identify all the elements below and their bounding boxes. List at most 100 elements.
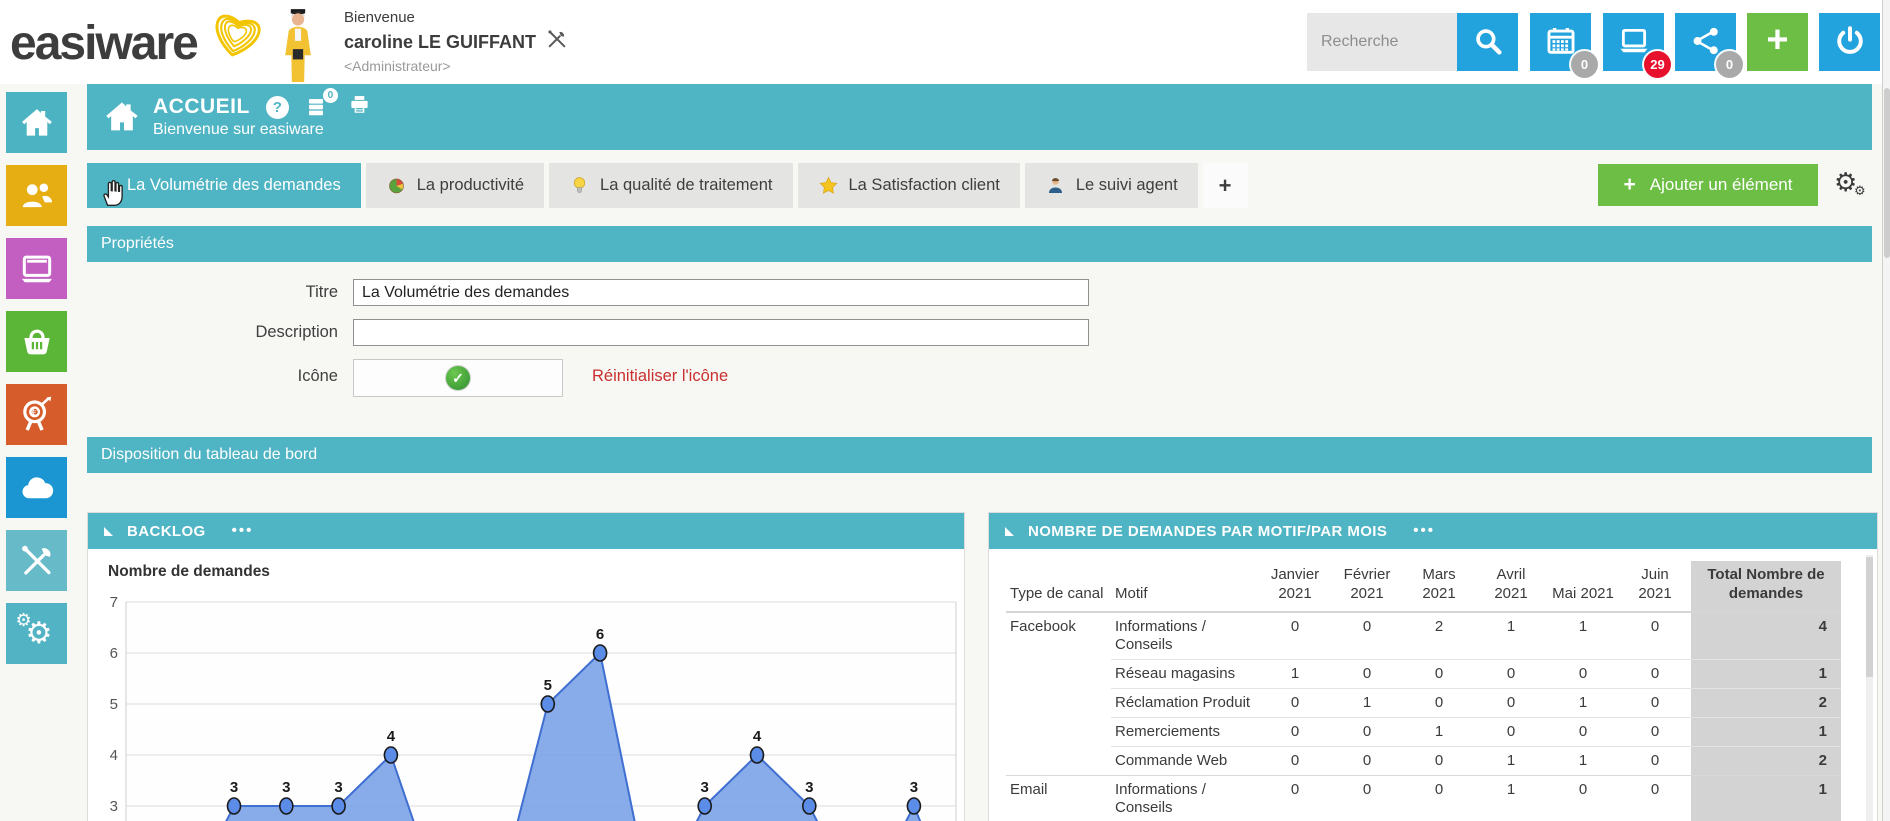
- cell-month-value: 1: [1331, 689, 1403, 718]
- data-point-label: 4: [387, 728, 396, 745]
- sidebar-item-screen[interactable]: [6, 238, 67, 299]
- table-scrollbar[interactable]: [1866, 555, 1873, 821]
- cell-motif: Remerciements: [1111, 718, 1259, 747]
- sidebar-item-home[interactable]: [6, 92, 67, 153]
- cell-month-value: 2: [1403, 612, 1475, 660]
- data-point[interactable]: [594, 645, 607, 661]
- svg-text:7: 7: [110, 594, 118, 611]
- backlog-widget: BACKLOG ••• Nombre de demandes 765433334…: [87, 512, 965, 821]
- search-button[interactable]: [1457, 13, 1518, 71]
- cell-canal: [1006, 660, 1111, 689]
- backlog-area-chart: 765433334563433: [88, 549, 965, 821]
- icone-picker[interactable]: ✓: [353, 359, 563, 397]
- motif-table-title: NOMBRE DE DEMANDES PAR MOTIF/PAR MOIS: [1028, 523, 1387, 540]
- table-row: Réclamation Produit0100102: [1006, 689, 1841, 718]
- help-icon[interactable]: ?: [266, 96, 289, 119]
- titre-label: Titre: [150, 283, 338, 302]
- svg-text:5: 5: [110, 696, 118, 713]
- sidebar-item-basket[interactable]: [6, 311, 67, 372]
- description-label: Description: [150, 323, 338, 342]
- print-icon[interactable]: [347, 93, 372, 121]
- welcome-block: Bienvenue caroline LE GUIFFANT <Administ…: [344, 8, 568, 75]
- svg-text:6: 6: [110, 645, 118, 662]
- data-point[interactable]: [907, 798, 920, 814]
- motif-widget-header: NOMBRE DE DEMANDES PAR MOTIF/PAR MOIS ••…: [989, 513, 1877, 549]
- tab-la-qualit-de-traitement[interactable]: La qualité de traitement: [549, 163, 792, 208]
- power-icon: [1833, 24, 1867, 61]
- search-input[interactable]: [1307, 13, 1457, 71]
- cell-month-value: 0: [1403, 747, 1475, 776]
- tab-add-new[interactable]: +: [1203, 163, 1248, 208]
- data-point[interactable]: [751, 747, 764, 763]
- collapse-triangle-icon[interactable]: [1005, 527, 1014, 536]
- sidebar-item-users[interactable]: [6, 165, 67, 226]
- cell-motif: Commande Web: [1111, 747, 1259, 776]
- page-scrollbar[interactable]: [1882, 0, 1890, 821]
- tab-settings-gear-icon[interactable]: ⚙⚙: [1834, 168, 1870, 204]
- plus-icon: +: [1766, 21, 1788, 59]
- widget-menu-icon[interactable]: •••: [1413, 526, 1435, 536]
- cell-month-value: 0: [1619, 718, 1691, 747]
- cell-month-value: 0: [1475, 718, 1547, 747]
- cell-month-value: 1: [1475, 612, 1547, 660]
- cell-month-value: 0: [1619, 747, 1691, 776]
- sidebar-item-cloud[interactable]: [6, 457, 67, 518]
- calendar-button[interactable]: 0: [1530, 13, 1591, 71]
- column-header: Mars 2021: [1403, 561, 1475, 612]
- dashboard-tabs: La Volumétrie des demandesLa productivit…: [87, 163, 1248, 208]
- sidebar-item-tools[interactable]: [6, 530, 67, 591]
- data-point[interactable]: [228, 798, 241, 814]
- sidebar-nav: € ⚙⚙: [6, 92, 67, 676]
- data-point[interactable]: [332, 798, 345, 814]
- collapse-triangle-icon[interactable]: [104, 527, 113, 536]
- data-point[interactable]: [698, 798, 711, 814]
- properties-section-title: Propriétés: [101, 235, 174, 252]
- cell-month-value: 0: [1331, 718, 1403, 747]
- cell-motif: Informations / Conseils: [1111, 612, 1259, 660]
- star-icon: [818, 175, 839, 196]
- add-button[interactable]: +: [1747, 13, 1808, 71]
- data-point[interactable]: [280, 798, 293, 814]
- add-element-button[interactable]: + Ajouter un élément: [1598, 164, 1818, 206]
- sidebar-item-gears[interactable]: ⚙⚙: [6, 603, 67, 664]
- tab-label: La qualité de traitement: [600, 176, 772, 195]
- top-header: easiware Bienvenue caroline LE GUIFFANT: [0, 0, 1890, 84]
- share-button[interactable]: 0: [1675, 13, 1736, 71]
- share-icon: [1689, 24, 1723, 61]
- cell-month-value: 0: [1547, 776, 1619, 821]
- widget-menu-icon[interactable]: •••: [232, 526, 254, 536]
- cell-month-value: 0: [1331, 776, 1403, 821]
- backlog-widget-header: BACKLOG •••: [88, 513, 964, 549]
- data-point[interactable]: [541, 696, 554, 712]
- data-point[interactable]: [384, 747, 397, 763]
- column-header: Avril 2021: [1475, 561, 1547, 612]
- data-point[interactable]: [803, 798, 816, 814]
- easiware-logo: easiware: [10, 16, 197, 71]
- svg-text:€: €: [31, 406, 38, 418]
- users-icon: [18, 177, 56, 215]
- tools-wrench-icon[interactable]: [546, 28, 568, 56]
- tab-la-productivit-[interactable]: La productivité: [366, 163, 544, 208]
- logout-button[interactable]: [1819, 13, 1880, 71]
- sessions-button[interactable]: 29: [1603, 13, 1664, 71]
- cell-total: 1: [1691, 776, 1841, 821]
- cell-month-value: 0: [1619, 612, 1691, 660]
- cell-month-value: 0: [1547, 660, 1619, 689]
- page-scrollbar-thumb[interactable]: [1884, 88, 1890, 258]
- reset-icon-link[interactable]: Réinitialiser l'icône: [592, 367, 728, 386]
- cell-month-value: 0: [1475, 689, 1547, 718]
- description-input[interactable]: [353, 319, 1089, 346]
- tab-label: La Satisfaction client: [849, 176, 1000, 195]
- cell-month-value: 0: [1619, 689, 1691, 718]
- tools-icon: [18, 542, 56, 580]
- tab-la-volum-trie-des-demandes[interactable]: La Volumétrie des demandes: [87, 163, 361, 208]
- sidebar-item-target[interactable]: €: [6, 384, 67, 445]
- titre-input[interactable]: [353, 279, 1089, 306]
- basket-icon: [18, 323, 56, 361]
- tab-la-satisfaction-client[interactable]: La Satisfaction client: [798, 163, 1020, 208]
- stack-icon[interactable]: 0: [305, 95, 331, 119]
- user-avatar[interactable]: [280, 6, 316, 87]
- table-row: Réseau magasins1000001: [1006, 660, 1841, 689]
- tab-le-suivi-agent[interactable]: Le suivi agent: [1025, 163, 1198, 208]
- cell-month-value: 0: [1403, 689, 1475, 718]
